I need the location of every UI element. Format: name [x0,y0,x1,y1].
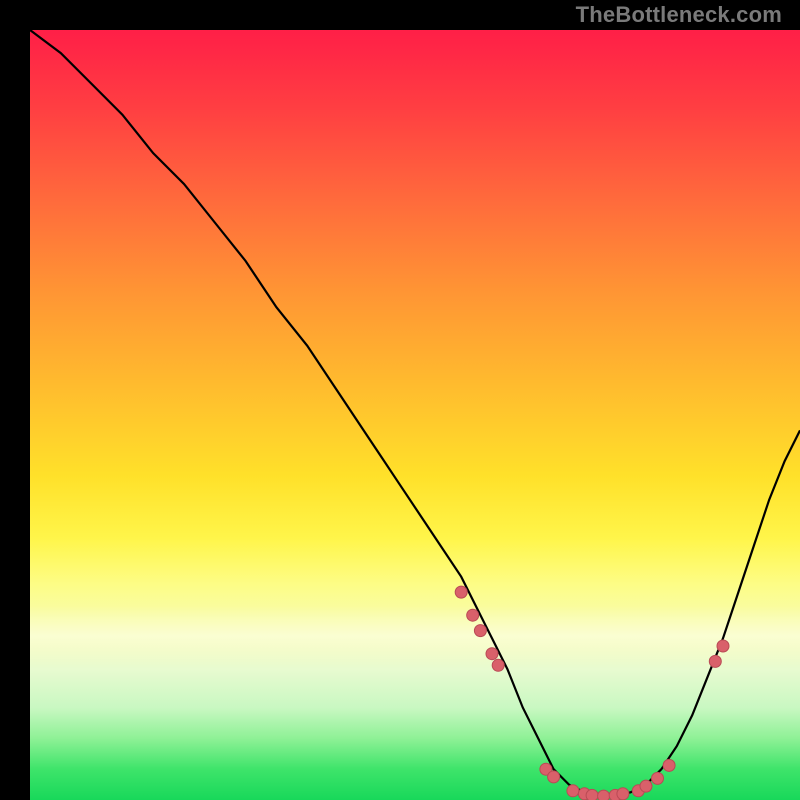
marker-dot [709,655,721,667]
marker-dot [652,772,664,784]
plot-area [30,30,800,800]
marker-dot [474,625,486,637]
marker-dot [717,640,729,652]
marker-dot [467,609,479,621]
marker-dot [492,659,504,671]
marker-dot [663,759,675,771]
bottleneck-curve [30,30,800,796]
watermark-text: TheBottleneck.com [576,2,782,28]
marker-dot [486,648,498,660]
marker-dots-group [455,586,729,800]
marker-dot [617,788,629,800]
marker-dot [548,771,560,783]
chart-outer-frame [15,15,785,785]
marker-dot [598,790,610,800]
marker-dot [567,785,579,797]
marker-dot [640,780,652,792]
marker-dot [586,789,598,800]
marker-dot [455,586,467,598]
curve-layer [30,30,800,800]
